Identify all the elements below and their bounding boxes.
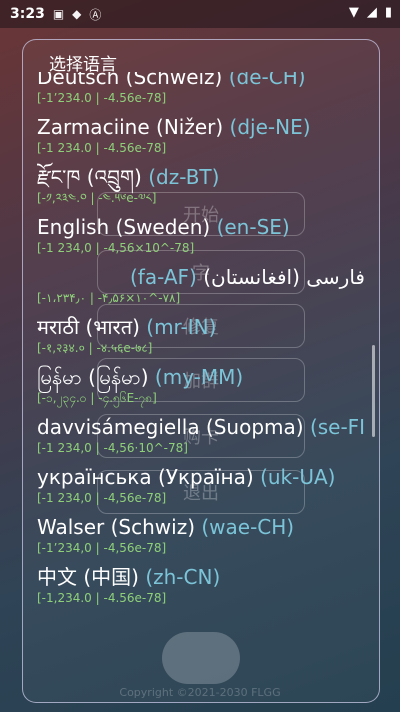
signal-icon: ◢ <box>366 5 377 20</box>
language-label: မြန်မာ (မြန်မာ) <box>37 365 149 389</box>
language-name: Zarmaciine (Nižer) (dje-NE) <box>37 114 365 140</box>
language-item[interactable]: Walser (Schwiz) (wae-CH) [-1’234,0 | -4,5… <box>37 514 365 556</box>
language-list[interactable]: Deutsch (Schweiz) (de-CH) [-1’234.0 | -4.… <box>37 72 365 692</box>
language-label: རྫོང་ཁ (འབྲུག) <box>37 165 142 189</box>
language-name: English (Sweden) (en-SE) <box>37 214 365 240</box>
battery-icon: ▮ <box>384 5 392 20</box>
language-name: རྫོང་ཁ (འབྲུག) (dz-BT) <box>37 164 365 190</box>
language-item[interactable]: davvisámegiella (Suopma) (se-FI)[-1 234,… <box>37 414 365 456</box>
language-code: (zh-CN) <box>145 565 221 589</box>
number-format-sample: [-1,234.0 | -4.56e-78] <box>37 591 167 605</box>
language-code: (dje-NE) <box>229 115 311 139</box>
number-format-sample: [-1 234,0 | -4,56e-78] <box>37 491 167 505</box>
language-code: (se-FI) <box>309 415 365 439</box>
language-code: (my-MM) <box>154 365 244 389</box>
language-name: Walser (Schwiz) (wae-CH) <box>37 514 365 540</box>
language-item[interactable]: မြန်မာ (မြန်မာ) (my-MM) [-၁,၂၃၄.၀ | -၄.၅၆… <box>37 364 365 406</box>
language-label: English (Sweden) <box>37 215 211 239</box>
a-notification-icon: Ⓐ <box>89 7 102 22</box>
language-code: (wae-CH) <box>201 515 295 539</box>
language-name: Deutsch (Schweiz) (de-CH) <box>37 72 365 90</box>
language-label: Walser (Schwiz) <box>37 515 195 539</box>
language-code: (en-SE) <box>216 215 290 239</box>
language-item[interactable]: 中文 (中国) (zh-CN) [-1,234.0 | -4.56e-78] <box>37 564 365 606</box>
number-format-sample: [-၁,၂၃၄.၀ | -၄.၅၆E-၇၈] <box>37 391 157 405</box>
language-code: (uk-UA) <box>260 465 336 489</box>
language-name: українська (Україна) (uk-UA) <box>37 464 365 490</box>
language-label: Deutsch (Schweiz) <box>37 72 223 89</box>
language-item[interactable]: मराठी (भारत) (mr-IN) [-१,२३४.० | -४.५६e-७… <box>37 314 365 356</box>
number-format-sample: [-१,२३४.० | -४.५६e-७८] <box>37 341 153 355</box>
language-item[interactable]: English (Sweden) (en-SE) [-1 234,0 | -4,5… <box>37 214 365 256</box>
app-notification-icon: ◆ <box>72 7 82 21</box>
language-code: (dz-BT) <box>148 165 220 189</box>
language-item[interactable]: Zarmaciine (Nižer) (dje-NE) [-1 234.0 | -… <box>37 114 365 156</box>
language-label: فارسی (افغانستان) <box>203 265 365 289</box>
language-item[interactable]: українська (Україна) (uk-UA) [-1 234,0 | … <box>37 464 365 506</box>
language-item[interactable]: Deutsch (Schweiz) (de-CH) [-1’234.0 | -4.… <box>37 72 365 106</box>
language-name: မြန်မာ (မြန်မာ) (my-MM) <box>37 364 365 390</box>
language-label: davvisámegiella (Suopma) <box>37 415 304 439</box>
status-bar: 3:23 ▣ ◆ Ⓐ ▼ ◢ ▮ <box>0 0 400 28</box>
language-item[interactable]: རྫོང་ཁ (འབྲུག) (dz-BT) [-༡,༢༣༤.༠ | -༤.༥༦e… <box>37 164 365 206</box>
number-format-sample: [-1 234,0 | -4,56×10^-78] <box>37 241 195 255</box>
language-name: (fa-AF) فارسی (افغانستان) <box>37 264 365 290</box>
number-format-sample: [-1 234,0 | -4,56·10^-78] <box>37 441 188 455</box>
language-label: Zarmaciine (Nižer) <box>37 115 224 139</box>
number-format-sample: [-1’234.0 | -4.56e-78] <box>37 91 167 105</box>
wifi-icon: ▼ <box>348 5 359 20</box>
language-name: मराठी (भारत) (mr-IN) <box>37 314 365 340</box>
number-format-sample: [-༡,༢༣༤.༠ | -༤.༥༦e-༧༨] <box>37 191 157 205</box>
language-label: українська (Україна) <box>37 465 254 489</box>
list-scrollbar[interactable] <box>372 345 375 437</box>
number-format-sample: [-1 234.0 | -4.56e-78] <box>37 141 167 155</box>
number-format-sample: [-1’234,0 | -4,56e-78] <box>37 541 167 555</box>
language-label: मराठी (भारत) <box>37 315 140 339</box>
language-name: 中文 (中国) (zh-CN) <box>37 564 365 590</box>
language-code: (de-CH) <box>228 72 306 89</box>
language-name: davvisámegiella (Suopma) (se-FI) <box>37 414 365 440</box>
language-item[interactable]: (fa-AF) فارسی (افغانستان) [-۱،۲۳۴٫۰ | -۴٫… <box>37 264 365 306</box>
status-time: 3:23 <box>10 6 45 22</box>
language-code: (mr-IN) <box>146 315 217 339</box>
language-dialog: 选择语言 Deutsch (Schweiz) (de-CH) [-1’234.0 … <box>22 39 380 703</box>
image-notification-icon: ▣ <box>52 7 65 21</box>
number-format-sample: [-۱،۲۳۴٫۰ | -۴٫۵۶×۱۰^-۷۸] <box>37 291 181 305</box>
language-code: (fa-AF) <box>129 265 197 289</box>
language-label: 中文 (中国) <box>37 565 139 589</box>
